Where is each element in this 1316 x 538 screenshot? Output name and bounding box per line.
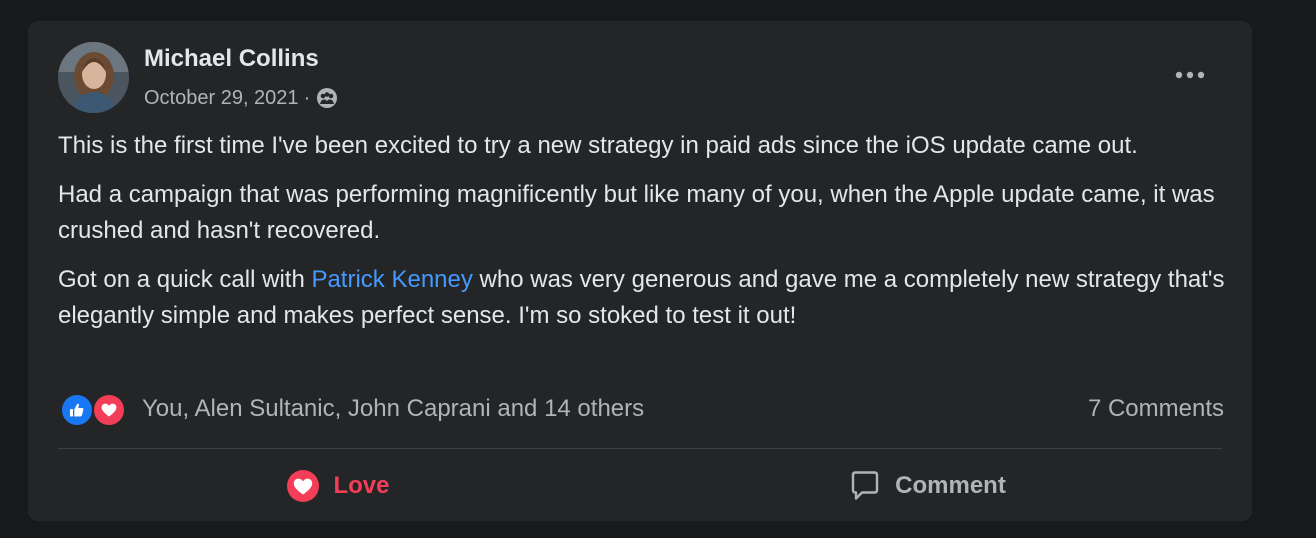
post-date[interactable]: October 29, 2021 (144, 87, 299, 110)
love-icon (286, 469, 320, 503)
love-icon (92, 393, 126, 427)
action-divider (58, 448, 1222, 449)
avatar[interactable] (58, 42, 129, 113)
reactions-summary[interactable]: You, Alen Sultanic, John Caprani and 14 … (142, 395, 644, 423)
love-label: Love (333, 472, 390, 499)
more-dots-icon (1175, 71, 1205, 79)
post-paragraph: This is the first time I've been excited… (58, 132, 1138, 159)
comment-button[interactable]: Comment (632, 461, 1222, 511)
mention-link[interactable]: Patrick Kenney (311, 266, 472, 293)
like-icon (60, 393, 94, 427)
more-options-button[interactable] (1167, 57, 1213, 93)
group-icon (315, 86, 339, 110)
reactions-row: You, Alen Sultanic, John Caprani and 14 … (60, 391, 1224, 427)
post-body: This is the first time I've been excited… (58, 128, 1233, 347)
avatar-photo (58, 42, 129, 113)
comments-count[interactable]: 7 Comments (1088, 395, 1224, 423)
post-meta: October 29, 2021 · (144, 85, 339, 111)
post-paragraph: Had a campaign that was performing magni… (58, 181, 1215, 244)
reaction-icons[interactable] (60, 392, 136, 427)
comment-label: Comment (895, 472, 1006, 499)
love-button[interactable]: Love (58, 461, 618, 511)
paragraph-text: Got on a quick call with (58, 266, 312, 293)
post-paragraph: Got on a quick call with Patrick Kenney … (58, 262, 1233, 334)
comment-icon (848, 469, 882, 503)
post-card: Michael Collins October 29, 2021 · This … (28, 21, 1252, 521)
author-name[interactable]: Michael Collins (144, 45, 319, 73)
meta-separator: · (303, 86, 311, 109)
